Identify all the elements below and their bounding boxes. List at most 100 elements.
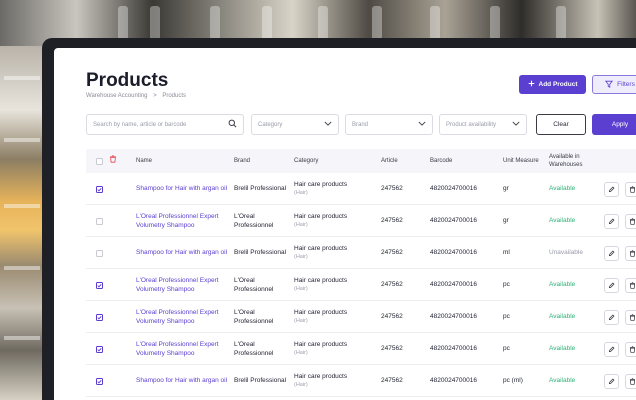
column-header-barcode[interactable]: Barcode (430, 149, 452, 173)
edit-button[interactable] (604, 173, 619, 205)
availability-status: Available (549, 313, 576, 321)
check-icon (97, 315, 102, 319)
row-checkbox[interactable] (96, 269, 103, 301)
trash-icon (109, 155, 117, 166)
product-category: Hair care products (Hair) (294, 173, 376, 205)
table-row[interactable]: Shampoo for Hair with argan oil Brelil Pr… (86, 173, 636, 205)
clear-button[interactable]: Clear (536, 114, 586, 135)
delete-button[interactable] (625, 173, 636, 205)
app-window: Products Warehouse Accounting > Products… (54, 48, 636, 400)
add-product-label: Add Product (538, 81, 578, 88)
add-product-button[interactable]: Add Product (519, 75, 586, 94)
table-row[interactable]: L'Oreal Professionnel Expert Volumetry S… (86, 205, 636, 237)
table-row[interactable]: L'Oreal Professionnel Expert Volumetry S… (86, 333, 636, 365)
filter-icon (605, 80, 614, 90)
product-brand: Brelil Professional (234, 185, 287, 193)
category-sub: (Hair) (294, 253, 308, 260)
product-article: 247562 (381, 185, 403, 193)
product-unit: pc (ml) (503, 377, 523, 385)
delete-button[interactable] (625, 333, 636, 365)
column-header-category[interactable]: Category (294, 149, 318, 173)
trash-icon (630, 217, 635, 225)
category-sub: (Hair) (294, 381, 308, 388)
table-row[interactable]: Shampoo for Hair with argan oil Brelil Pr… (86, 237, 636, 269)
product-barcode: 4820024700016 (430, 345, 477, 353)
product-unit: ml (503, 249, 510, 257)
product-name-link[interactable]: L'Oreal Professionnel Expert Volumetry S… (136, 269, 228, 301)
product-barcode: 4820024700016 (430, 281, 477, 289)
edit-button[interactable] (604, 333, 619, 365)
product-article: 247562 (381, 377, 403, 385)
column-header-availability[interactable]: Available in Warehouses (549, 149, 601, 173)
availability-status: Available (549, 377, 576, 385)
brand-select-value: Brand (352, 121, 369, 128)
edit-button[interactable] (604, 365, 619, 397)
product-article: 247562 (381, 217, 403, 225)
table-row[interactable]: L'Oreal Professionnel Expert Volumetry S… (86, 301, 636, 333)
product-name-link[interactable]: Shampoo for Hair with argan oil (136, 365, 228, 397)
edit-button[interactable] (604, 237, 619, 269)
column-header-unit[interactable]: Unit Measure (503, 149, 543, 173)
row-checkbox[interactable] (96, 301, 103, 333)
select-all-checkbox[interactable] (96, 149, 103, 173)
row-checkbox[interactable] (96, 333, 103, 365)
edit-button[interactable] (604, 301, 619, 333)
filters-button[interactable]: Filters (592, 75, 636, 94)
brand-select[interactable]: Brand (345, 114, 433, 135)
trash-icon (630, 249, 635, 257)
product-brand: L'Oreal Professionnel (234, 340, 274, 357)
category-name: Hair care products (294, 277, 348, 285)
breadcrumb-item-warehouse[interactable]: Warehouse Accounting (86, 93, 147, 99)
delete-button[interactable] (625, 205, 636, 237)
availability-status: Available (549, 281, 576, 289)
product-name-link[interactable]: Shampoo for Hair with argan oil (136, 237, 228, 269)
delete-button[interactable] (625, 365, 636, 397)
search-input[interactable]: Search by name, article or barcode (86, 114, 244, 135)
chevron-down-icon (324, 121, 332, 128)
product-unit: pc (503, 281, 510, 289)
row-checkbox[interactable] (96, 365, 103, 397)
product-name-link[interactable]: L'Oreal Professionnel Expert Volumetry S… (136, 301, 228, 333)
column-header-brand[interactable]: Brand (234, 149, 250, 173)
product-category: Hair care products (Hair) (294, 205, 376, 237)
row-checkbox[interactable] (96, 173, 103, 205)
product-unit: pc (503, 345, 510, 353)
delete-button[interactable] (625, 301, 636, 333)
availability-status: Available (549, 345, 576, 353)
breadcrumb-item-products: Products (162, 93, 187, 99)
availability-select-value: Product availability (446, 121, 497, 128)
product-name-link[interactable]: L'Oreal Professionnel Expert Volumetry S… (136, 333, 228, 365)
category-sub: (Hair) (294, 317, 308, 324)
table-row[interactable]: Shampoo for Hair with argan oil Brelil Pr… (86, 365, 636, 397)
row-checkbox[interactable] (96, 237, 103, 269)
category-select-value: Category (258, 121, 283, 128)
column-header-name[interactable]: Name (136, 149, 152, 173)
plus-icon (528, 80, 535, 89)
table-row[interactable]: L'Oreal Professionnel Expert Volumetry S… (86, 269, 636, 301)
breadcrumb-separator: > (153, 93, 157, 99)
delete-button[interactable] (625, 269, 636, 301)
trash-icon (630, 281, 635, 289)
row-checkbox[interactable] (96, 205, 103, 237)
product-name-link[interactable]: Shampoo for Hair with argan oil (136, 173, 228, 205)
delete-button[interactable] (625, 237, 636, 269)
availability-status: Available (549, 185, 576, 193)
product-unit: gr (503, 185, 509, 193)
category-name: Hair care products (294, 341, 348, 349)
category-name: Hair care products (294, 181, 348, 189)
check-icon (97, 379, 102, 383)
product-article: 247562 (381, 345, 403, 353)
availability-status: Available (549, 217, 576, 225)
edit-button[interactable] (604, 205, 619, 237)
apply-button[interactable]: Apply (592, 114, 636, 135)
edit-button[interactable] (604, 269, 619, 301)
pencil-icon (608, 218, 615, 224)
category-select[interactable]: Category (251, 114, 339, 135)
product-unit: pc (503, 313, 510, 321)
product-article: 247562 (381, 281, 403, 289)
product-name-link[interactable]: L'Oreal Professionnel Expert Volumetry S… (136, 205, 228, 237)
category-name: Hair care products (294, 213, 348, 221)
column-header-article[interactable]: Article (381, 149, 398, 173)
availability-select[interactable]: Product availability (439, 114, 527, 135)
bulk-delete-button[interactable] (109, 149, 117, 173)
